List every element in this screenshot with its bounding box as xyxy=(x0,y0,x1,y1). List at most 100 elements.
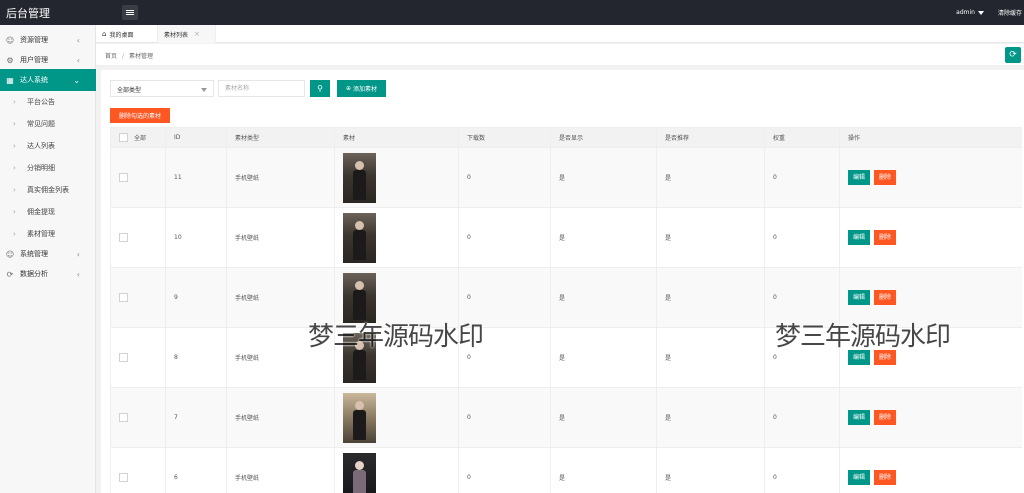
sidebar-subitem-announcement[interactable]: › 平台公告 xyxy=(0,91,96,113)
caret-down-icon xyxy=(201,88,207,92)
sidebar-subitem-talent-list[interactable]: › 达人列表 xyxy=(0,135,96,157)
tab-material-list[interactable]: 素材列表 × xyxy=(158,25,216,43)
row-checkbox[interactable] xyxy=(119,353,128,362)
close-icon[interactable]: × xyxy=(194,30,200,38)
row-checkbox-cell[interactable] xyxy=(110,447,166,493)
cell-weight: 0 xyxy=(764,387,840,448)
cell-show: 是 xyxy=(550,327,657,388)
sidebar-item-analytics[interactable]: ⟳ 数据分析 ‹ xyxy=(0,263,96,285)
cell-type: 手机壁纸 xyxy=(226,447,335,493)
sidebar-item-resources[interactable]: ☺ 资源管理 ‹ xyxy=(0,29,96,51)
chevron-left-icon: ‹ xyxy=(76,249,80,259)
material-thumbnail[interactable] xyxy=(343,452,376,493)
cell-actions: 编辑 删除 xyxy=(839,387,1022,448)
cell-material xyxy=(334,447,459,493)
cell-recommend: 是 xyxy=(656,447,765,493)
material-thumbnail[interactable] xyxy=(343,212,376,263)
cell-weight: 0 xyxy=(764,207,840,268)
delete-selected-button[interactable]: 删除勾选的素材 xyxy=(110,108,170,123)
column-header: 权重 xyxy=(764,127,840,148)
tab-label: 素材列表 xyxy=(164,31,189,39)
edit-button[interactable]: 编辑 xyxy=(848,410,871,425)
delete-button[interactable]: 删除 xyxy=(874,230,897,245)
cell-downloads: 0 xyxy=(458,147,551,208)
chevron-right-icon: › xyxy=(13,186,16,194)
user-menu[interactable]: admin xyxy=(956,9,984,16)
sidebar-subitem-commission[interactable]: › 真实佣金列表 xyxy=(0,179,96,201)
sidebar-subitem-label: 分销明细 xyxy=(27,164,55,172)
sidebar-item-users[interactable]: ⚙ 用户管理 ‹ xyxy=(0,49,96,71)
cell-show: 是 xyxy=(550,267,657,328)
material-thumbnail[interactable] xyxy=(343,392,376,443)
cell-recommend: 是 xyxy=(656,387,765,448)
clear-cache-link[interactable]: 清除缓存 xyxy=(998,8,1022,17)
edit-button[interactable]: 编辑 xyxy=(848,230,871,245)
sidebar-item-system[interactable]: ☺ 系统管理 ‹ xyxy=(0,243,96,265)
sidebar-subitem-materials[interactable]: › 素材管理 xyxy=(0,223,96,245)
edit-button[interactable]: 编辑 xyxy=(848,290,871,305)
breadcrumb-current: 素材管理 xyxy=(129,53,154,60)
sidebar-subitem-distribution[interactable]: › 分销明细 xyxy=(0,157,96,179)
sidebar-subitem-label: 素材管理 xyxy=(27,230,55,238)
sidebar-subitem-label: 真实佣金列表 xyxy=(27,186,69,194)
sidebar-item-talent[interactable]: ▦ 达人系统 ⌄ xyxy=(0,69,96,91)
row-checkbox[interactable] xyxy=(119,413,128,422)
tab-label: 我的桌面 xyxy=(109,31,134,39)
table-header-row: 全部 ID 素材类型 素材 下载数 是否显示 是否推荐 权重 操作 xyxy=(110,127,1022,148)
edit-button[interactable]: 编辑 xyxy=(848,170,871,185)
sidebar-subitem-label: 达人列表 xyxy=(27,142,55,150)
chevron-right-icon: › xyxy=(13,98,16,106)
sidebar-subitem-faq[interactable]: › 常见问题 xyxy=(0,113,96,135)
row-checkbox[interactable] xyxy=(119,233,128,242)
edit-button[interactable]: 编辑 xyxy=(848,470,871,485)
chevron-down-icon: ⌄ xyxy=(73,75,80,85)
home-icon: ⌂ xyxy=(102,30,107,38)
menu-toggle-button[interactable] xyxy=(122,5,138,20)
cell-weight: 0 xyxy=(764,147,840,208)
material-name-input[interactable] xyxy=(218,80,305,97)
material-thumbnail[interactable] xyxy=(343,272,376,323)
add-material-button[interactable]: ⊕ 添加素材 xyxy=(337,80,386,97)
cell-type: 手机壁纸 xyxy=(226,387,335,448)
user-icon: ☺ xyxy=(5,35,15,45)
cell-downloads: 0 xyxy=(458,207,551,268)
cell-recommend: 是 xyxy=(656,327,765,388)
delete-button[interactable]: 删除 xyxy=(874,290,897,305)
type-select[interactable]: 全部类型 xyxy=(110,80,214,97)
select-all-checkbox[interactable] xyxy=(119,133,128,142)
row-checkbox[interactable] xyxy=(119,173,128,182)
refresh-icon: ⟳ xyxy=(1009,50,1017,60)
watermark-right: 梦三年源码水印 xyxy=(775,322,951,352)
row-checkbox-cell[interactable] xyxy=(110,327,166,388)
delete-button[interactable]: 删除 xyxy=(874,470,897,485)
main-panel: 全部类型 ⚲ ⊕添加素材 删除勾选的素材 全部 ID 素材类型 素材 下载数 是… xyxy=(101,70,1024,493)
row-checkbox-cell[interactable] xyxy=(110,147,166,208)
refresh-button[interactable]: ⟳ xyxy=(1005,47,1021,63)
breadcrumb-home[interactable]: 首页 xyxy=(105,53,117,60)
chevron-right-icon: › xyxy=(13,230,16,238)
delete-button[interactable]: 删除 xyxy=(874,170,897,185)
cell-material xyxy=(334,147,459,208)
sidebar-subitem-label: 平台公告 xyxy=(27,98,55,106)
row-checkbox-cell[interactable] xyxy=(110,267,166,328)
column-header: 素材类型 xyxy=(226,127,335,148)
cell-actions: 编辑 删除 xyxy=(839,447,1022,493)
select-all-header[interactable]: 全部 xyxy=(110,127,166,148)
sidebar-item-label: 达人系统 xyxy=(20,76,48,84)
delete-button[interactable]: 删除 xyxy=(874,410,897,425)
row-checkbox[interactable] xyxy=(119,473,128,482)
material-thumbnail[interactable] xyxy=(343,152,376,203)
cell-recommend: 是 xyxy=(656,147,765,208)
tab-desktop[interactable]: ⌂ 我的桌面 xyxy=(96,25,158,43)
grid-icon: ▦ xyxy=(6,75,14,85)
search-button[interactable]: ⚲ xyxy=(310,80,330,97)
breadcrumb: 首页 / 素材管理 xyxy=(105,51,153,60)
row-checkbox-cell[interactable] xyxy=(110,207,166,268)
cell-show: 是 xyxy=(550,447,657,493)
chevron-right-icon: › xyxy=(13,142,16,150)
sidebar-item-label: 数据分析 xyxy=(20,270,48,278)
row-checkbox[interactable] xyxy=(119,293,128,302)
sidebar-subitem-withdraw[interactable]: › 佣金提现 xyxy=(0,201,96,223)
row-checkbox-cell[interactable] xyxy=(110,387,166,448)
cell-actions: 编辑 删除 xyxy=(839,207,1022,268)
